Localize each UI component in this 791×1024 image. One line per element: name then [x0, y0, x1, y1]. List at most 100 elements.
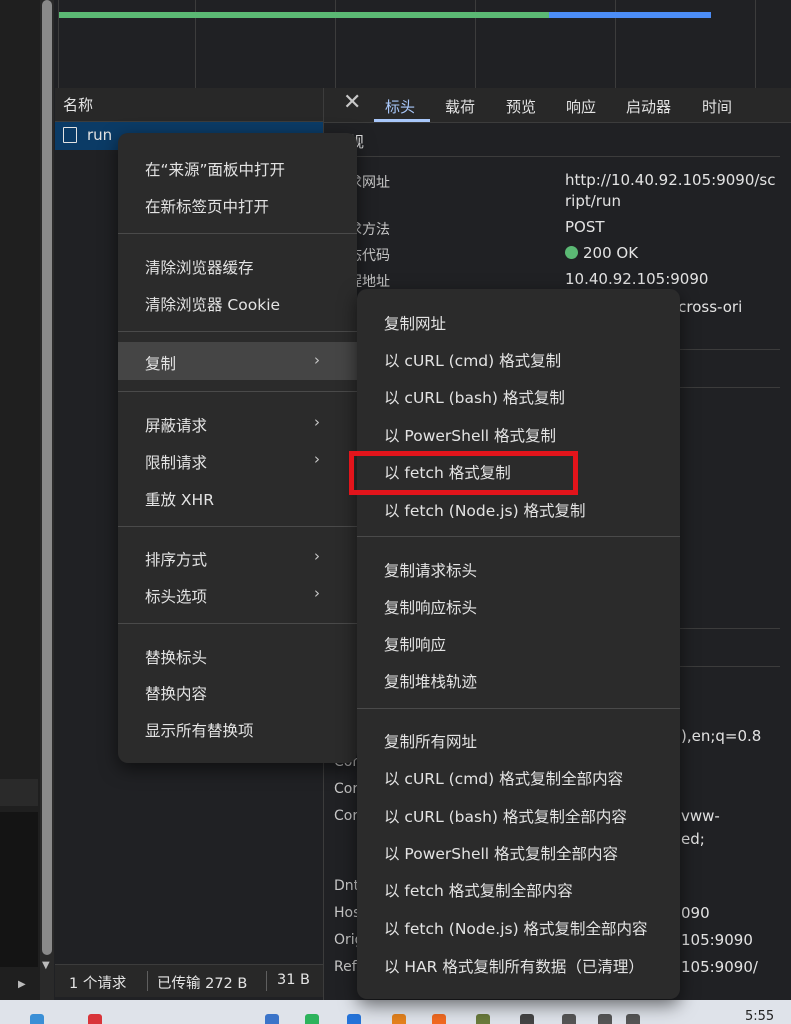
app-icon[interactable]	[88, 1014, 102, 1024]
request-url-line: ript/run	[565, 192, 621, 210]
status-divider	[266, 971, 267, 991]
menu-item-replay-xhr[interactable]: 重放 XHR	[145, 488, 214, 510]
header-label-partial: Cor	[334, 808, 359, 824]
request-method-value: POST	[565, 218, 605, 236]
menu-item-open-in-new-tab[interactable]: 在新标签页中打开	[145, 195, 269, 217]
submenu-item-copy-response-headers[interactable]: 复制响应标头	[384, 596, 477, 618]
submenu-item-copy-curl-cmd[interactable]: 以 cURL (cmd) 格式复制	[384, 349, 561, 371]
submenu-item-copy-all-powershell[interactable]: 以 PowerShell 格式复制全部内容	[384, 842, 618, 864]
menu-item-copy[interactable]: 复制 ›	[118, 342, 357, 380]
menu-separator	[118, 331, 357, 332]
menu-item-throttle-request[interactable]: 限制请求	[145, 451, 207, 473]
submenu-item-copy-all-urls[interactable]: 复制所有网址	[384, 730, 477, 752]
battery-icon[interactable]	[626, 1014, 640, 1024]
submenu-item-copy-all-curl-bash[interactable]: 以 cURL (bash) 格式复制全部内容	[384, 805, 627, 827]
app-icon[interactable]	[30, 1014, 44, 1024]
menu-separator	[357, 708, 680, 709]
transferred-size: 已传输 272 B	[157, 976, 248, 992]
menu-item-clear-cache[interactable]: 清除浏览器缓存	[145, 256, 254, 278]
menu-item-copy-label: 复制	[145, 355, 177, 373]
request-url-value: http://10.40.92.105:9090/sc ript/run	[565, 170, 776, 212]
menu-item-show-all-overrides[interactable]: 显示所有替换项	[145, 719, 254, 741]
header-label-partial: Ref	[334, 959, 357, 975]
left-strip-console	[0, 812, 38, 967]
submenu-item-copy-all-fetch-nodejs[interactable]: 以 fetch (Node.js) 格式复制全部内容	[384, 917, 648, 939]
submenu-item-copy-powershell[interactable]: 以 PowerShell 格式复制	[384, 424, 556, 446]
submenu-item-copy-url[interactable]: 复制网址	[384, 312, 446, 334]
menu-separator	[118, 623, 357, 624]
content-type-partial: vww-	[681, 807, 720, 825]
menu-separator	[357, 536, 680, 537]
origin-partial: 105:9090	[681, 931, 753, 949]
name-column-header[interactable]: 名称	[63, 94, 93, 115]
copy-submenu: 复制网址 以 cURL (cmd) 格式复制 以 cURL (bash) 格式复…	[357, 289, 680, 999]
request-list-header[interactable]: 名称	[55, 88, 324, 122]
app-icon[interactable]	[305, 1014, 319, 1024]
submenu-item-copy-response[interactable]: 复制响应	[384, 633, 446, 655]
expand-triangle-icon[interactable]: ▶	[18, 979, 26, 990]
submenu-item-copy-request-headers[interactable]: 复制请求标头	[384, 559, 477, 581]
menu-separator	[118, 391, 357, 392]
header-label-partial: Cor	[334, 781, 359, 797]
highlight-annotation-box	[349, 451, 578, 495]
clock-time[interactable]: 5:55	[745, 1009, 774, 1024]
tab-preview[interactable]: 预览	[506, 96, 536, 117]
timeline-gridline	[755, 0, 756, 88]
section-divider	[334, 156, 780, 157]
menu-item-clear-cookies[interactable]: 清除浏览器 Cookie	[145, 293, 280, 315]
menu-item-block-request[interactable]: 屏蔽请求	[145, 414, 207, 436]
chevron-right-icon: ›	[314, 450, 320, 468]
request-url-line: http://10.40.92.105:9090/sc	[565, 171, 776, 189]
status-ok-dot-icon	[565, 246, 578, 259]
left-sidebar-strip	[0, 0, 40, 1000]
chevron-right-icon: ›	[314, 584, 320, 602]
tab-payload[interactable]: 载荷	[445, 96, 475, 117]
os-taskbar: 5:55	[0, 1000, 791, 1024]
close-icon[interactable]: ✕	[343, 90, 361, 115]
scroll-down-arrow-icon[interactable]: ▼	[42, 960, 50, 971]
timeline-download-bar	[549, 12, 711, 18]
app-icon[interactable]	[392, 1014, 406, 1024]
chevron-right-icon: ›	[314, 413, 320, 431]
remote-address-value: 10.40.92.105:9090	[565, 270, 709, 288]
timeline-waiting-bar	[59, 12, 549, 18]
menu-item-header-options[interactable]: 标头选项	[145, 585, 207, 607]
status-divider	[147, 971, 148, 991]
network-status-bar: 1 个请求 已传输 272 B 31 B	[55, 964, 323, 997]
request-name[interactable]: run	[87, 126, 112, 144]
document-icon	[63, 127, 77, 143]
status-code-text: 200 OK	[583, 244, 639, 262]
chevron-right-icon: ›	[314, 351, 320, 369]
menu-item-override-headers[interactable]: 替换标头	[145, 646, 207, 668]
menu-separator	[118, 526, 357, 527]
menu-item-override-content[interactable]: 替换内容	[145, 682, 207, 704]
tab-response[interactable]: 响应	[566, 96, 596, 117]
content-type-partial: ed;	[681, 830, 705, 848]
submenu-item-copy-all-har[interactable]: 以 HAR 格式复制所有数据（已清理）	[384, 955, 644, 977]
active-tab-indicator	[374, 119, 430, 122]
menu-item-open-in-sources[interactable]: 在“来源”面板中打开	[145, 158, 285, 180]
tab-timing[interactable]: 时间	[702, 96, 732, 117]
wifi-icon[interactable]	[562, 1014, 576, 1024]
app-icon[interactable]	[432, 1014, 446, 1024]
tab-headers[interactable]: 标头	[385, 96, 415, 117]
submenu-item-copy-fetch-nodejs[interactable]: 以 fetch (Node.js) 格式复制	[384, 499, 586, 521]
menu-item-sort-by[interactable]: 排序方式	[145, 548, 207, 570]
submenu-item-copy-stack-trace[interactable]: 复制堆栈轨迹	[384, 670, 477, 692]
submenu-item-copy-curl-bash[interactable]: 以 cURL (bash) 格式复制	[384, 386, 565, 408]
vertical-scrollbar[interactable]: ▼	[40, 0, 54, 1000]
left-strip-band	[0, 779, 38, 806]
host-partial: 090	[681, 904, 710, 922]
volume-icon[interactable]	[598, 1014, 612, 1024]
tray-icon[interactable]	[520, 1014, 534, 1024]
submenu-item-copy-all-curl-cmd[interactable]: 以 cURL (cmd) 格式复制全部内容	[384, 767, 623, 789]
app-icon[interactable]	[476, 1014, 490, 1024]
header-label-partial: Dnt	[334, 878, 360, 894]
resource-size: 31 B	[277, 972, 311, 988]
tab-initiator[interactable]: 启动器	[626, 96, 671, 117]
timeline-overview[interactable]	[55, 0, 791, 89]
app-icon[interactable]	[347, 1014, 361, 1024]
submenu-item-copy-all-fetch[interactable]: 以 fetch 格式复制全部内容	[384, 879, 573, 901]
scrollbar-thumb[interactable]	[42, 0, 52, 955]
app-icon[interactable]	[265, 1014, 279, 1024]
